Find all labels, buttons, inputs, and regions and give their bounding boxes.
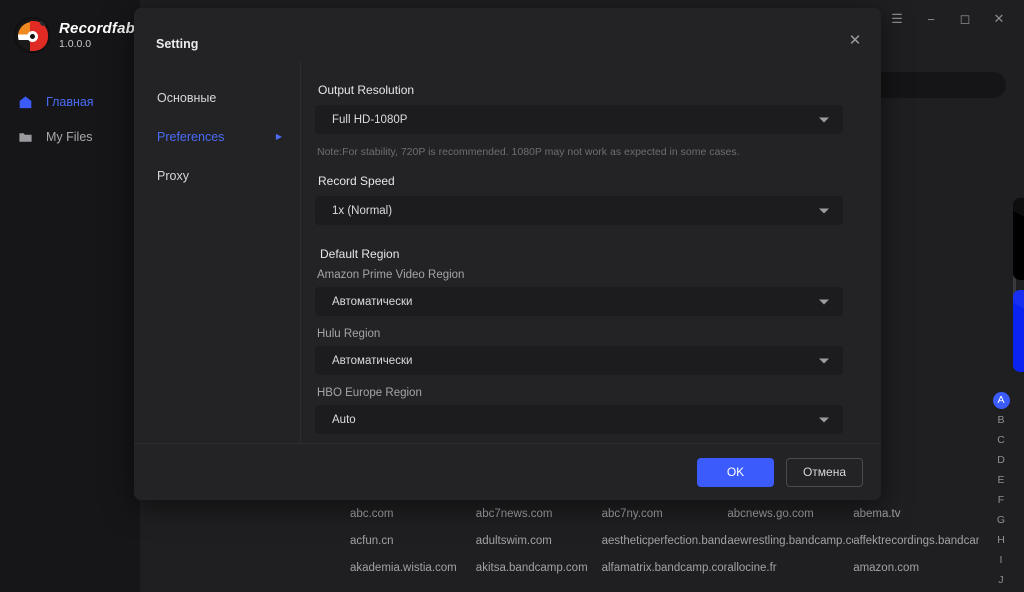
minimize-icon[interactable]: − [916, 6, 946, 32]
dialog-content-scroll: Output Resolution Full HD-1080P Note:For… [301, 61, 881, 443]
site-list-row: akademia.wistia.comakitsa.bandcamp.comal… [350, 562, 979, 589]
alphabet-index-letter-f[interactable]: F [993, 492, 1010, 509]
site-list-item[interactable]: amazon.com [853, 562, 979, 574]
hamburger-menu-icon[interactable]: ☰ [882, 6, 912, 32]
maximize-icon[interactable]: ◻ [950, 6, 980, 32]
hbo-region-label: HBO Europe Region [317, 387, 843, 399]
dialog-nav-label: Proxy [157, 169, 189, 183]
record-speed-select[interactable]: 1x (Normal) [315, 196, 843, 225]
output-resolution-label: Output Resolution [318, 83, 843, 97]
site-list-item[interactable]: abcnews.go.com [727, 508, 853, 520]
brand-version: 1.0.0.0 [59, 38, 135, 50]
sidebar-item-label: My Files [46, 130, 93, 144]
default-region-title: Default Region [320, 247, 843, 261]
amazon-region-label: Amazon Prime Video Region [317, 269, 843, 281]
alphabet-index-letter-d[interactable]: D [993, 452, 1010, 469]
site-list-row: abc.comabc7news.comabc7ny.comabcnews.go.… [350, 508, 979, 535]
site-tile-label: KICK [1013, 198, 1024, 280]
hbo-region-value: Auto [332, 414, 356, 426]
chevron-down-icon [819, 208, 829, 213]
dialog-footer: OK Отмена [134, 443, 881, 500]
parrot-logo-icon [14, 17, 50, 53]
close-icon[interactable]: ✕ [843, 28, 867, 52]
app-sidebar: Recordfab 1.0.0.0 Главная My Files [0, 0, 140, 592]
amazon-region-value: Автоматически [332, 296, 412, 308]
record-speed-value: 1x (Normal) [332, 205, 392, 217]
record-speed-label: Record Speed [318, 174, 843, 188]
dialog-nav: Основные Preferences ▶ Proxy [134, 61, 301, 443]
alphabet-index-letter-g[interactable]: G [993, 512, 1010, 529]
folder-icon [16, 128, 34, 146]
close-icon[interactable]: ✕ [984, 6, 1014, 32]
app-root: ☰ − ◻ ✕ KICK max ABCDEFGHIJK abc.comabc7… [0, 0, 1024, 592]
alphabet-index-letter-h[interactable]: H [993, 532, 1010, 549]
brand-name: Recordfab [59, 20, 135, 37]
site-list-item[interactable]: akitsa.bandcamp.com [476, 562, 602, 574]
setting-dialog: Setting ✕ Основные Preferences ▶ Proxy O… [134, 8, 881, 500]
hulu-region-label: Hulu Region [317, 328, 843, 340]
site-list-item[interactable]: allocine.fr [727, 562, 853, 574]
amazon-region-select[interactable]: Автоматически [315, 287, 843, 316]
site-list-item[interactable]: aestheticperfection.bandcamp.com [602, 535, 728, 547]
alphabet-index-letter-b[interactable]: B [993, 412, 1010, 429]
dialog-nav-label: Основные [157, 91, 216, 105]
sidebar-item-label: Главная [46, 95, 94, 109]
site-list-item[interactable]: abc7news.com [476, 508, 602, 520]
alphabet-index-letter-e[interactable]: E [993, 472, 1010, 489]
site-tile-label: max [1013, 290, 1024, 372]
sidebar-item-my-files[interactable]: My Files [16, 126, 93, 148]
site-list-item[interactable]: affektrecordings.bandcamp.com [853, 535, 979, 547]
cancel-button[interactable]: Отмена [786, 458, 863, 487]
dialog-nav-item-proxy[interactable]: Proxy [134, 156, 300, 195]
site-list-item[interactable]: alfamatrix.bandcamp.com [602, 562, 728, 574]
ok-button[interactable]: OK [697, 458, 774, 487]
site-list-item[interactable]: adultswim.com [476, 535, 602, 547]
alphabet-index-letter-a[interactable]: A [993, 392, 1010, 409]
alphabet-index[interactable]: ABCDEFGHIJK [990, 392, 1012, 592]
site-list-item[interactable]: abema.tv [853, 508, 979, 520]
dialog-nav-item-osnovnye[interactable]: Основные [134, 78, 300, 117]
dialog-title: Setting [156, 37, 198, 51]
dialog-nav-label: Preferences [157, 130, 224, 144]
home-icon [16, 93, 34, 111]
hbo-region-select[interactable]: Auto [315, 405, 843, 434]
site-list-item[interactable]: abc.com [350, 508, 476, 520]
output-resolution-note: Note:For stability, 720P is recommended.… [317, 146, 843, 158]
chevron-down-icon [819, 417, 829, 422]
site-list-grid: abc.comabc7news.comabc7ny.comabcnews.go.… [350, 508, 979, 592]
sidebar-item-home[interactable]: Главная [16, 91, 94, 113]
site-list-row: acfun.cnadultswim.comaestheticperfection… [350, 535, 979, 562]
dialog-nav-item-preferences[interactable]: Preferences ▶ [134, 117, 300, 156]
chevron-down-icon [819, 117, 829, 122]
site-list-item[interactable]: abc7ny.com [602, 508, 728, 520]
site-list-item[interactable]: aewrestling.bandcamp.com [727, 535, 853, 547]
dialog-header: Setting ✕ [134, 8, 881, 61]
chevron-down-icon [819, 358, 829, 363]
hulu-region-value: Автоматически [332, 355, 412, 367]
brand: Recordfab 1.0.0.0 [14, 17, 135, 53]
dialog-body: Основные Preferences ▶ Proxy Output Reso… [134, 61, 881, 443]
site-tile-kick[interactable]: KICK [1013, 198, 1024, 280]
alphabet-index-letter-i[interactable]: I [993, 552, 1010, 569]
alphabet-index-letter-c[interactable]: C [993, 432, 1010, 449]
chevron-down-icon [819, 299, 829, 304]
hulu-region-select[interactable]: Автоматически [315, 346, 843, 375]
output-resolution-select[interactable]: Full HD-1080P [315, 105, 843, 134]
site-list-item[interactable]: acfun.cn [350, 535, 476, 547]
alphabet-index-letter-j[interactable]: J [993, 572, 1010, 589]
site-tile-max[interactable]: max [1013, 290, 1024, 372]
site-list-item[interactable]: akademia.wistia.com [350, 562, 476, 574]
output-resolution-value: Full HD-1080P [332, 114, 407, 126]
chevron-right-icon: ▶ [276, 132, 282, 141]
